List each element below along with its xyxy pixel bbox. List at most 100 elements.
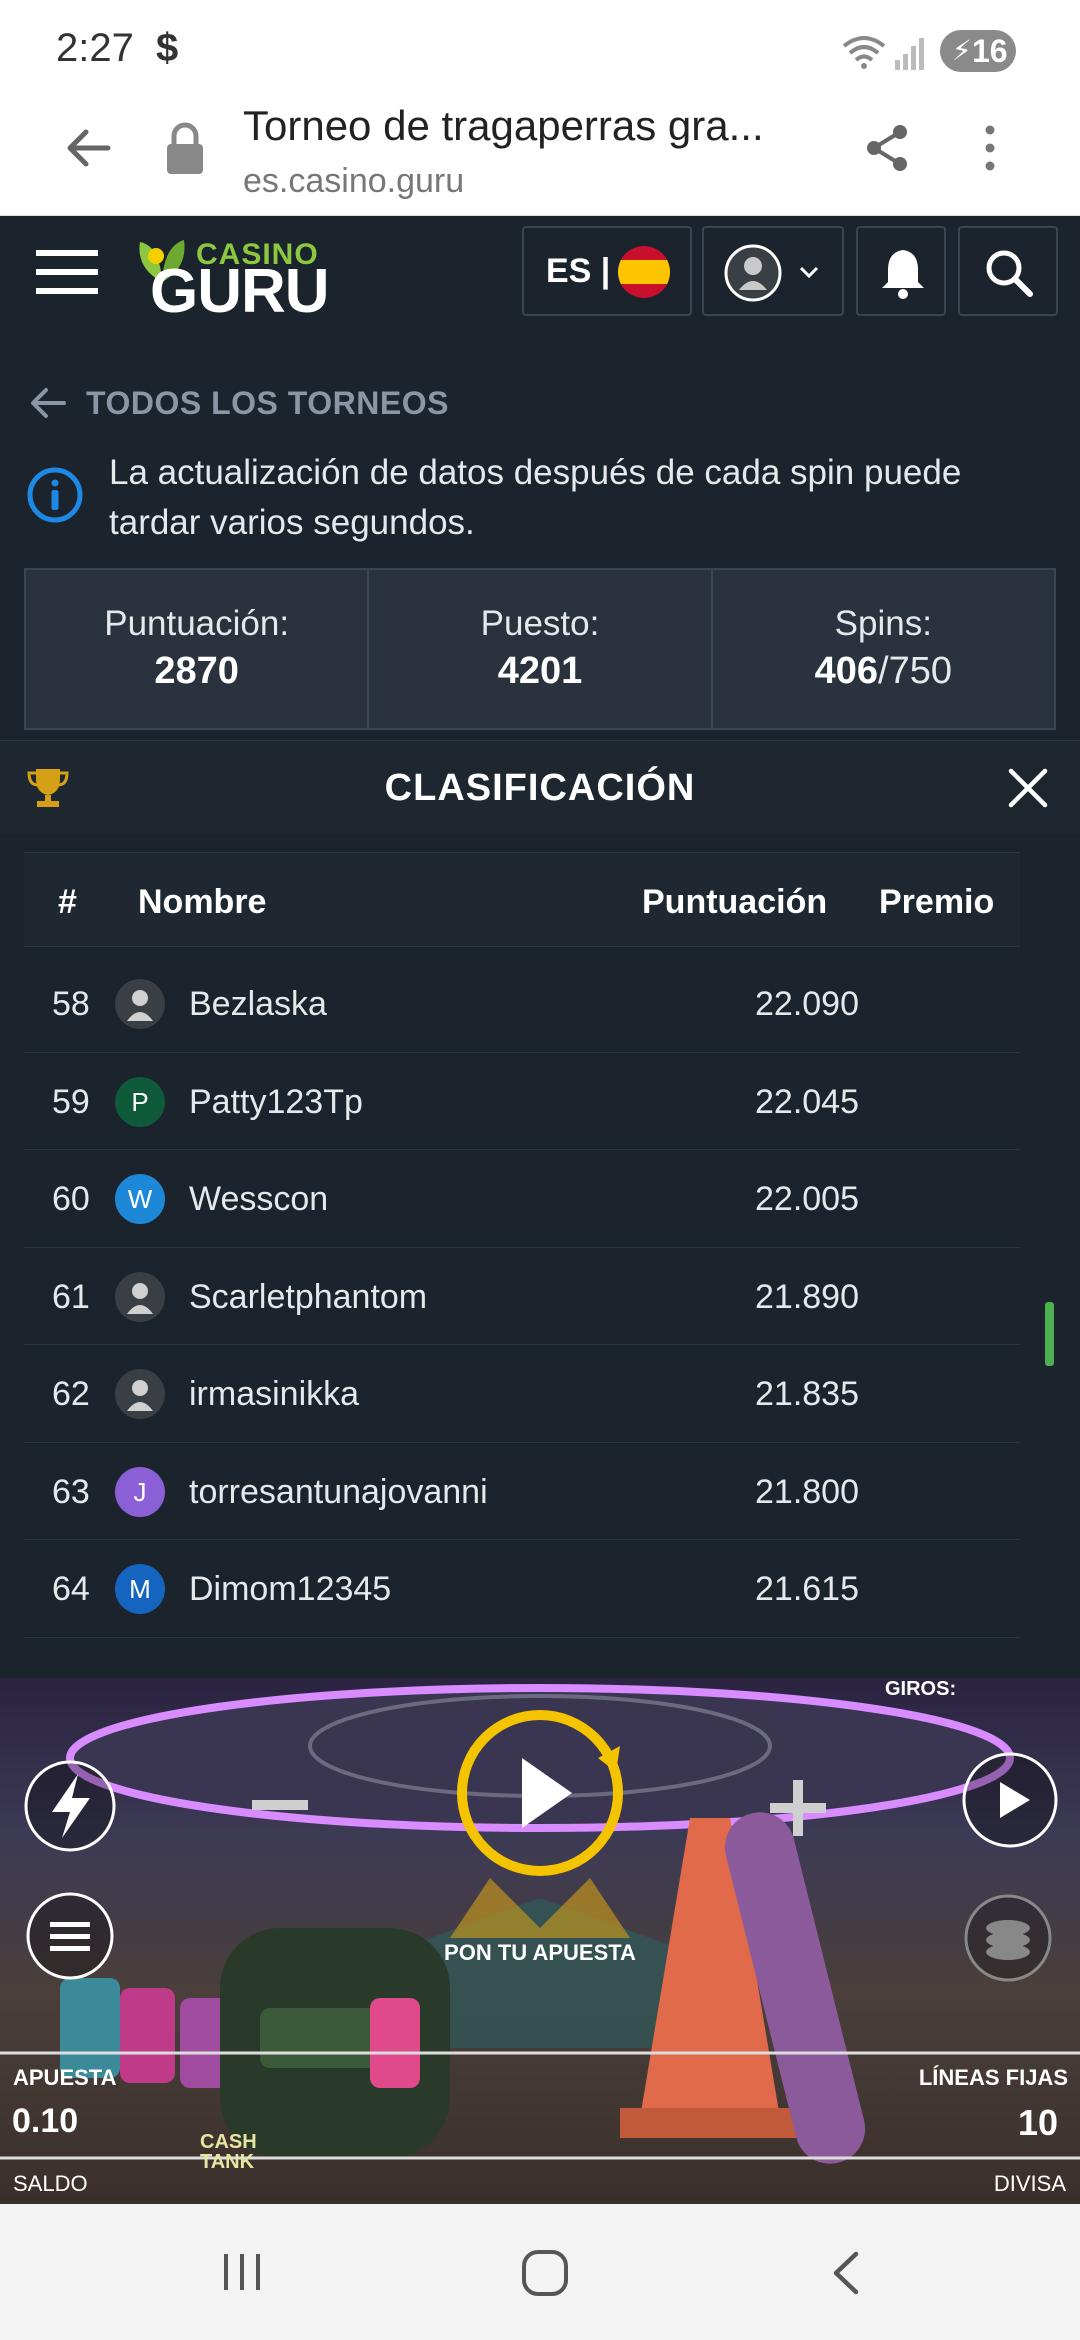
site-header: CASINO GURU ES |	[0, 216, 1080, 328]
avatar: M	[115, 1564, 165, 1614]
tournament-panel: TODOS LOS TORNEOS La actualización de da…	[0, 328, 1080, 1678]
row-rank: 59	[52, 1082, 90, 1121]
row-rank: 64	[52, 1570, 90, 1608]
row-name: irmasinikka	[189, 1375, 360, 1413]
row-rank: 58	[52, 985, 90, 1023]
balance-label: SALDO	[13, 2171, 88, 2196]
status-time: 2:27	[56, 26, 134, 70]
stat-score: Puntuación: 2870	[26, 570, 370, 728]
default-avatar-icon	[127, 990, 153, 1021]
lock-icon[interactable]	[163, 120, 207, 176]
logo-text-bottom: GURU	[150, 257, 330, 326]
fixed-lines-value: 10	[1017, 2102, 1058, 2143]
fixed-lines-label: LÍNEAS FIJAS	[918, 2065, 1068, 2090]
coins-icon[interactable]	[962, 1892, 1054, 1984]
header-spacer	[24, 947, 1020, 955]
browser-bar: Torneo de tragaperras gra... es.casino.g…	[0, 100, 1080, 216]
avatar: P	[115, 1076, 165, 1127]
bet-value[interactable]: 0.10	[12, 2102, 78, 2141]
turbo-icon[interactable]	[22, 1758, 118, 1854]
stat-spins: Spins: 406/750	[713, 570, 1054, 728]
row-rank: 63	[52, 1472, 90, 1511]
row-score: 22.090	[755, 985, 859, 1023]
leaderboard-header: CLASIFICACIÓN	[0, 740, 1080, 834]
spin-button[interactable]	[448, 1708, 638, 1878]
header-prize: Premio	[879, 883, 995, 921]
leaderboard-title: CLASIFICACIÓN	[384, 767, 696, 809]
more-icon[interactable]	[980, 122, 1000, 174]
avatar	[115, 979, 165, 1029]
scrollbar[interactable]	[1045, 1302, 1054, 1366]
back-to-tournaments-link[interactable]: TODOS LOS TORNEOS	[28, 378, 449, 428]
signal-icon	[895, 38, 924, 70]
close-icon[interactable]	[1007, 767, 1049, 809]
stat-score-value: 2870	[154, 650, 239, 692]
plus-icon[interactable]	[770, 1780, 826, 1836]
stats-panel: Puntuación: 2870 Puesto: 4201 Spins: 406…	[24, 568, 1056, 730]
table-row: 60 W Wesscon 22.005	[24, 1150, 1020, 1248]
language-selector[interactable]: ES |	[522, 226, 692, 316]
back-arrow-icon[interactable]	[62, 122, 114, 174]
currency-label: DIVISA	[993, 2171, 1066, 2196]
search-icon	[986, 250, 1033, 297]
notifications-button[interactable]	[856, 226, 946, 316]
site-logo[interactable]: CASINO GURU	[0, 216, 330, 328]
menu-icon[interactable]	[24, 1890, 116, 1982]
row-name: torresantunajovanni	[189, 1472, 488, 1511]
recent-apps-icon[interactable]	[218, 2248, 266, 2296]
home-icon[interactable]	[520, 2248, 570, 2298]
back-arrow-icon	[31, 388, 66, 418]
dollar-icon: $	[156, 26, 179, 70]
autoplay-icon[interactable]	[958, 1748, 1062, 1852]
wifi-icon	[842, 36, 886, 69]
default-avatar-icon	[127, 1282, 153, 1314]
row-score: 22.005	[755, 1180, 859, 1218]
table-row: 62 irmasinikka 21.835	[24, 1345, 1020, 1443]
row-name: Wesscon	[189, 1180, 329, 1218]
row-score: 21.835	[755, 1375, 859, 1413]
bell-icon	[882, 250, 924, 299]
stat-spins-label: Spins:	[834, 604, 932, 643]
row-name: Bezlaska	[189, 985, 327, 1023]
battery-level: 16	[972, 33, 1008, 69]
slot-game[interactable]: GIROS: PON TU APUESTA APUESTA 0.10 LÍNEA…	[0, 1678, 1080, 2204]
info-icon	[27, 467, 83, 523]
row-score: 21.890	[755, 1277, 859, 1316]
header-rank: #	[58, 883, 77, 921]
back-label: TODOS LOS TORNEOS	[86, 384, 449, 421]
page-url[interactable]: es.casino.guru	[243, 162, 464, 201]
chevron-down-icon	[799, 266, 819, 279]
table-row: 59 P Patty123Tp 22.045	[24, 1052, 1020, 1150]
share-icon[interactable]	[862, 122, 914, 174]
table-row: 61 Scarletphantom 21.890	[24, 1247, 1020, 1345]
row-score: 21.615	[755, 1570, 859, 1608]
avatar: W	[115, 1174, 165, 1224]
leaderboard-table: # Nombre Puntuación Premio 58 Bezlaska 2…	[24, 852, 1020, 1638]
user-icon	[724, 244, 782, 302]
minus-icon[interactable]	[252, 1798, 308, 1812]
row-rank: 60	[52, 1180, 90, 1218]
table-header: # Nombre Puntuación Premio	[24, 852, 1020, 947]
table-row: 63 J torresantunajovanni 21.800	[24, 1442, 1020, 1540]
battery-indicator: ⚡ 16	[940, 30, 1016, 72]
page-title[interactable]: Torneo de tragaperras gra...	[243, 102, 764, 150]
user-menu[interactable]	[702, 226, 844, 316]
default-avatar-icon	[127, 1380, 153, 1411]
row-rank: 61	[52, 1277, 90, 1316]
status-bar: 2:27 $ ⚡ 16	[0, 0, 1080, 100]
stat-spins-value: 406/750	[713, 650, 1054, 693]
back-icon[interactable]	[826, 2248, 866, 2298]
stat-rank: Puesto: 4201	[369, 570, 713, 728]
search-button[interactable]	[958, 226, 1058, 316]
stat-rank-value: 4201	[497, 650, 583, 692]
row-rank: 62	[52, 1375, 90, 1413]
language-label: ES |	[546, 252, 611, 290]
avatar: J	[115, 1466, 165, 1517]
bag-label: CASH TANK	[200, 2131, 257, 2173]
bet-label: APUESTA	[13, 2065, 117, 2090]
system-nav-bar	[0, 2204, 1080, 2340]
avatar	[115, 1369, 165, 1419]
info-message: La actualización de datos después de cad…	[109, 453, 962, 542]
row-score: 21.800	[755, 1472, 859, 1511]
spins-total: /750	[878, 650, 952, 692]
